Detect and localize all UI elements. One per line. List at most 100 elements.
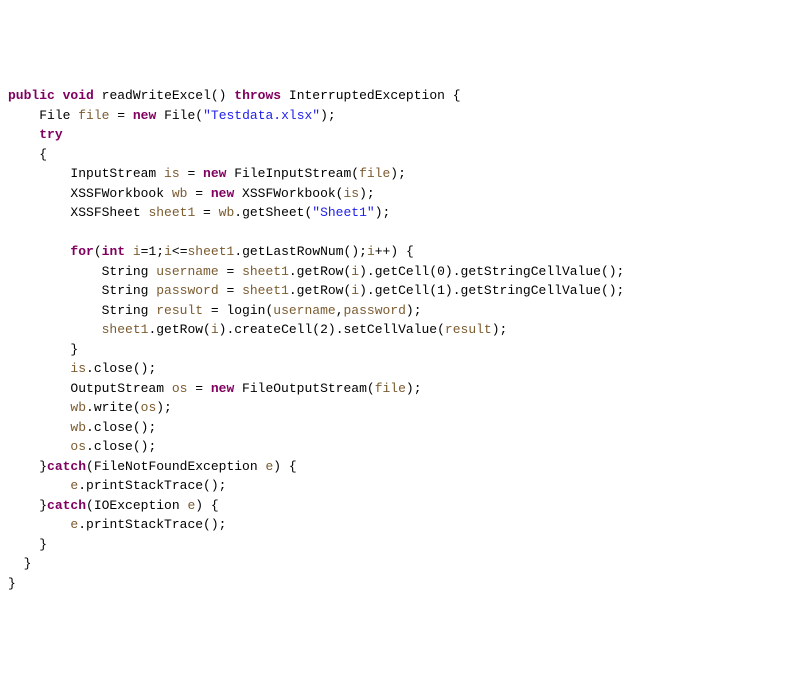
text xyxy=(94,88,102,103)
text: ++) { xyxy=(375,244,414,259)
keyword-void: void xyxy=(63,88,94,103)
text: = xyxy=(187,186,210,201)
text: } xyxy=(8,342,78,357)
text: .getRow( xyxy=(289,264,351,279)
keyword-int: int xyxy=(102,244,125,259)
text: String xyxy=(8,283,156,298)
text: ( xyxy=(94,244,102,259)
text: = xyxy=(219,264,242,279)
var-i: i xyxy=(351,264,359,279)
string-literal: "Testdata.xlsx" xyxy=(203,108,320,123)
text: ); xyxy=(390,166,406,181)
text: String xyxy=(8,303,156,318)
var-file: file xyxy=(78,108,109,123)
keyword-new: new xyxy=(211,381,234,396)
text: =1; xyxy=(141,244,164,259)
text: { xyxy=(8,147,47,162)
text xyxy=(8,108,39,123)
string-literal: "Sheet1" xyxy=(312,205,374,220)
text: XSSFWorkbook xyxy=(8,186,172,201)
keyword-new: new xyxy=(211,186,234,201)
text: } xyxy=(8,556,31,571)
text xyxy=(8,517,70,532)
var-i: i xyxy=(367,244,375,259)
text: = xyxy=(219,283,242,298)
var-i: i xyxy=(164,244,172,259)
text: .close(); xyxy=(86,420,156,435)
text: .printStackTrace(); xyxy=(78,517,226,532)
text: .printStackTrace(); xyxy=(78,478,226,493)
text: } xyxy=(8,537,47,552)
var-i: i xyxy=(211,322,219,337)
text: { xyxy=(445,88,461,103)
text: , xyxy=(336,303,344,318)
text: ).getCell(0).getStringCellValue(); xyxy=(359,264,624,279)
arg-file: file xyxy=(359,166,390,181)
keyword-try: try xyxy=(39,127,62,142)
text: ); xyxy=(492,322,508,337)
var-username: username xyxy=(156,264,218,279)
var-wb: wb xyxy=(172,186,188,201)
text: ); xyxy=(156,400,172,415)
text: } xyxy=(8,498,47,513)
text xyxy=(8,127,39,142)
code-block: public void readWriteExcel() throws Inte… xyxy=(8,86,798,593)
text: = xyxy=(195,205,218,220)
text: OutputStream xyxy=(8,381,172,396)
var-sheet1: sheet1 xyxy=(242,283,289,298)
text: FileOutputStream( xyxy=(234,381,374,396)
var-wb: wb xyxy=(219,205,235,220)
var-i: i xyxy=(351,283,359,298)
text xyxy=(8,225,70,240)
text: } xyxy=(8,459,47,474)
keyword-new: new xyxy=(203,166,226,181)
text: FileInputStream( xyxy=(226,166,359,181)
keyword-new: new xyxy=(133,108,156,123)
arg-os: os xyxy=(141,400,157,415)
text: ); xyxy=(320,108,336,123)
text: .getRow( xyxy=(289,283,351,298)
text: } xyxy=(8,576,16,591)
var-sheet1: sheet1 xyxy=(102,322,149,337)
text: String xyxy=(8,264,156,279)
keyword-throws: throws xyxy=(234,88,281,103)
keyword-for: for xyxy=(70,244,93,259)
text xyxy=(8,400,70,415)
exception-type: InterruptedException xyxy=(289,88,445,103)
text: ).createCell(2).setCellValue( xyxy=(219,322,445,337)
text: XSSFSheet xyxy=(8,205,148,220)
var-i: i xyxy=(133,244,141,259)
text xyxy=(8,420,70,435)
text: <= xyxy=(172,244,188,259)
text: .write( xyxy=(86,400,141,415)
text xyxy=(125,244,133,259)
text: ) { xyxy=(273,459,296,474)
text: ); xyxy=(359,186,375,201)
var-result: result xyxy=(445,322,492,337)
text: (IOException xyxy=(86,498,187,513)
var-password: password xyxy=(156,283,218,298)
var-wb: wb xyxy=(70,400,86,415)
text: XSSFWorkbook( xyxy=(234,186,343,201)
text xyxy=(8,439,70,454)
text: .close(); xyxy=(86,361,156,376)
text xyxy=(55,88,63,103)
arg-is: is xyxy=(343,186,359,201)
text: = xyxy=(109,108,132,123)
keyword-catch: catch xyxy=(47,498,86,513)
var-is: is xyxy=(70,361,86,376)
var-sheet1: sheet1 xyxy=(148,205,195,220)
var-sheet1: sheet1 xyxy=(188,244,235,259)
arg-file: file xyxy=(375,381,406,396)
var-is: is xyxy=(164,166,180,181)
keyword-catch: catch xyxy=(47,459,86,474)
text: (FileNotFoundException xyxy=(86,459,265,474)
var-sheet1: sheet1 xyxy=(242,264,289,279)
text: ); xyxy=(406,303,422,318)
text xyxy=(8,361,70,376)
text: ).getCell(1).getStringCellValue(); xyxy=(359,283,624,298)
text: = xyxy=(180,166,203,181)
text xyxy=(8,244,70,259)
var-result: result xyxy=(156,303,203,318)
text: .getSheet( xyxy=(234,205,312,220)
